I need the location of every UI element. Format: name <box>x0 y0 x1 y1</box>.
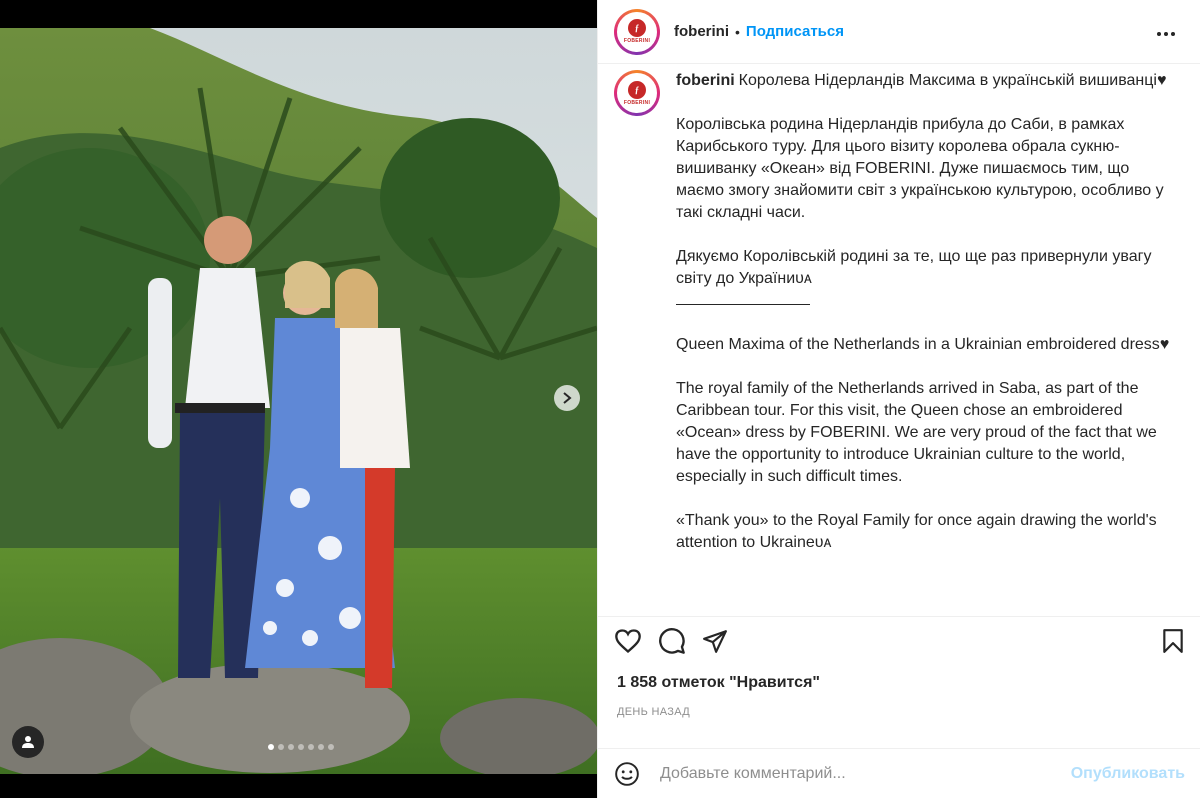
carousel-indicators <box>268 744 334 750</box>
chevron-right-icon <box>563 392 572 404</box>
post-detail-panel: ƒ FOBERINI foberini • Подписаться ƒ FOBE… <box>597 0 1200 798</box>
comment-bar: Опубликовать <box>598 748 1200 798</box>
carousel-dot <box>288 744 294 750</box>
more-options-button[interactable] <box>1156 20 1184 43</box>
username-link[interactable]: foberini <box>674 23 729 40</box>
action-bar <box>598 616 1200 664</box>
caption: ƒ FOBERINI foberini Королева Нідерландів … <box>614 70 1185 554</box>
heart-icon <box>615 628 641 653</box>
share-button[interactable] <box>702 628 728 654</box>
post-timestamp[interactable]: ДЕНЬ НАЗАД <box>617 706 690 718</box>
avatar[interactable]: ƒ FOBERINI <box>614 70 660 116</box>
caption-username-link[interactable]: foberini <box>676 72 735 89</box>
caption-paragraph: The royal family of the Netherlands arri… <box>676 380 1157 485</box>
carousel-dot <box>268 744 274 750</box>
next-slide-button[interactable] <box>554 385 580 411</box>
post-photo[interactable] <box>0 28 597 774</box>
avatar[interactable]: ƒ FOBERINI <box>614 8 660 55</box>
bookmark-icon <box>1163 628 1183 653</box>
comment-icon <box>659 627 685 654</box>
save-button[interactable] <box>1161 628 1185 654</box>
tagged-users-button[interactable] <box>12 726 44 758</box>
caption-scroll-area[interactable]: ƒ FOBERINI foberini Королева Нідерландів … <box>598 64 1200 616</box>
caption-first-line: Королева Нідерландів Максима в українськ… <box>738 72 1167 89</box>
caption-divider <box>676 290 1176 312</box>
carousel-dot <box>308 744 314 750</box>
follow-button[interactable]: Подписаться <box>746 23 844 40</box>
send-icon <box>703 629 727 653</box>
likes-count[interactable]: 1 858 отметок "Нравится" <box>617 674 820 692</box>
user-icon <box>22 736 34 748</box>
publish-button[interactable]: Опубликовать <box>1071 765 1185 783</box>
caption-paragraph: Queen Maxima of the Netherlands in a Ukr… <box>676 336 1170 353</box>
emoji-icon <box>615 761 639 786</box>
comment-button[interactable] <box>658 627 686 655</box>
emoji-button[interactable] <box>614 761 640 787</box>
carousel-dot <box>328 744 334 750</box>
post-media <box>0 0 597 798</box>
more-horizontal-icon <box>1157 32 1175 36</box>
foberini-logo-icon: ƒ <box>628 19 646 37</box>
foberini-logo-icon: ƒ <box>628 80 646 99</box>
logo-text: FOBERINI <box>623 38 651 44</box>
post-header: ƒ FOBERINI foberini • Подписаться <box>598 0 1200 64</box>
carousel-dot <box>298 744 304 750</box>
comment-input[interactable] <box>660 764 1071 783</box>
like-button[interactable] <box>614 628 642 654</box>
caption-paragraph: «Thank you» to the Royal Family for once… <box>676 512 1157 551</box>
carousel-dot <box>278 744 284 750</box>
caption-paragraph: Королівська родина Нідерландів прибула д… <box>676 116 1164 221</box>
caption-paragraph: Дякуємо Королівській родині за те, що ще… <box>676 248 1152 287</box>
carousel-dot <box>318 744 324 750</box>
separator-dot: • <box>735 23 740 40</box>
logo-text: FOBERINI <box>623 99 651 106</box>
